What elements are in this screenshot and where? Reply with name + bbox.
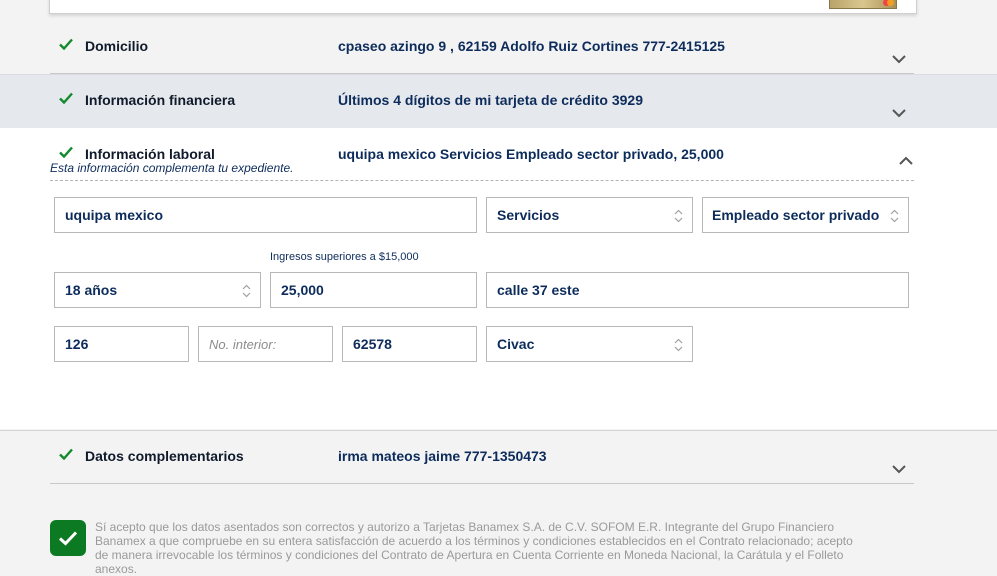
check-icon: [59, 448, 75, 462]
section-note: Esta información complementa tu expedien…: [50, 161, 294, 175]
seniority-value: 18 años: [65, 282, 118, 298]
check-icon: [59, 38, 75, 52]
dashed-divider: [50, 180, 914, 181]
int-number-field[interactable]: No. interior:: [198, 326, 333, 362]
select-arrows-icon: [674, 209, 683, 223]
check-icon: [58, 531, 78, 546]
select-arrows-icon: [890, 209, 899, 223]
previous-section-card: [49, 0, 917, 14]
income-label: Ingresos superiores a $15,000: [270, 251, 419, 263]
employment-type-select[interactable]: Empleado sector privado: [702, 197, 909, 233]
section-title[interactable]: Información laboral: [85, 146, 215, 162]
check-icon: [59, 146, 75, 160]
check-icon: [59, 92, 75, 106]
section-title: Datos complementarios: [85, 448, 244, 464]
section-summary: irma mateos jaime 777-1350473: [338, 448, 547, 464]
employment-type-value: Empleado sector privado: [712, 207, 880, 223]
section-title: Información financiera: [85, 92, 236, 108]
section-summary: cpaseo azingo 9 , 62159 Adolfo Ruiz Cort…: [338, 38, 725, 54]
neighborhood-value: Civac: [497, 336, 535, 352]
postal-code-field[interactable]: 62578: [342, 326, 477, 362]
seniority-select[interactable]: 18 años: [54, 272, 261, 308]
company-field[interactable]: uquipa mexico: [54, 197, 477, 233]
chevron-down-icon[interactable]: [891, 105, 907, 118]
sector-value: Servicios: [497, 207, 560, 223]
income-field[interactable]: 25,000: [270, 272, 477, 308]
select-arrows-icon: [242, 284, 251, 298]
credit-card-thumbnail: [829, 0, 897, 9]
neighborhood-select[interactable]: Civac: [486, 326, 693, 362]
sector-select[interactable]: Servicios: [486, 197, 693, 233]
consent-checkbox[interactable]: [50, 520, 86, 556]
section-title: Domicilio: [85, 38, 149, 54]
chevron-down-icon[interactable]: [891, 461, 907, 474]
chevron-down-icon[interactable]: [891, 51, 907, 64]
ext-number-field[interactable]: 126: [54, 326, 189, 362]
chevron-up-icon[interactable]: [898, 153, 914, 165]
section-summary: uquipa mexico Servicios Empleado sector …: [338, 146, 724, 162]
street-field[interactable]: calle 37 este: [486, 272, 909, 308]
section-summary: Últimos 4 dígitos de mi tarjeta de crédi…: [338, 92, 643, 108]
section-divider: [50, 483, 914, 484]
select-arrows-icon: [674, 338, 683, 352]
